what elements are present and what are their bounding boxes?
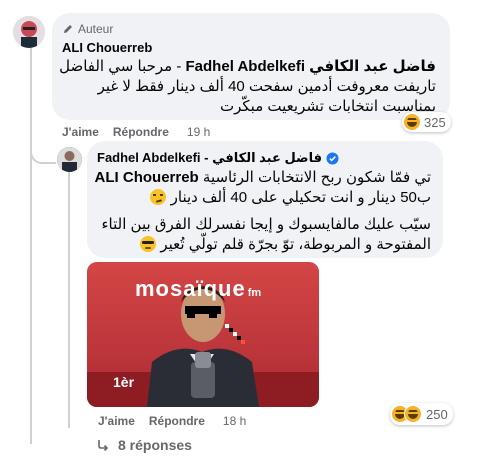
comment-text-line-1: فاضل عبد الكافي Fadhel Abdelkefi - مرحبا… <box>56 57 436 77</box>
reply-text-line-4: المفتوحة و المربوطة، توّ بجرّة قلم تولّي… <box>91 235 431 255</box>
reply-text-line-3: سيّب عليك مالفايسبوك و إيجا نفسرلك الفرق… <box>101 216 432 233</box>
comment-bubble: Auteur ALI Chouerreb فاضل عبد الكافي Fad… <box>52 13 450 120</box>
avatar[interactable] <box>13 16 45 48</box>
reply-text-line-2: ب50 دينار و انت تحكيلي على 40 ألف دينار <box>91 188 431 208</box>
reply-text-line-4-text: المفتوحة و المربوطة، توّ بجرّة قلم تولّي… <box>160 236 431 253</box>
reaction-summary[interactable]: 325 <box>402 112 451 132</box>
reaction-count: 250 <box>426 406 448 422</box>
comment-timestamp[interactable]: 19 h <box>187 125 210 139</box>
reply-avatar[interactable] <box>57 147 82 172</box>
comment-text-line-2: تاريفت معروفت أدمين سفحت 40 ألف دينار فق… <box>97 78 436 95</box>
comment-author[interactable]: ALI Chouerreb <box>62 40 152 55</box>
badge-label: Auteur <box>78 22 114 36</box>
comment-mention[interactable]: فاضل عبد الكافي Fadhel Abdelkefi <box>186 58 436 75</box>
like-button[interactable]: J'aime <box>62 125 99 139</box>
view-replies-label: 8 réponses <box>118 437 192 453</box>
view-replies-link[interactable]: 8 réponses <box>96 437 192 453</box>
verified-badge-icon <box>326 152 339 164</box>
reply-button[interactable]: Répondre <box>113 125 169 139</box>
reply-photo[interactable]: mosaïque fm 1èr <box>87 262 319 407</box>
reply-text-line-2-text: ب50 دينار و انت تحكيلي على 40 ألف دينار <box>170 189 431 206</box>
haha-icon-2 <box>404 405 422 423</box>
reply-reaction-summary[interactable]: 250 <box>390 403 453 425</box>
like-button[interactable]: J'aime <box>98 414 135 428</box>
photo-logo: mosaïque fm <box>135 276 261 302</box>
reply-text-line-1: تي فمّا شكون ربح الانتخابات الرئاسية ALI… <box>91 168 431 188</box>
comment-text-rest: - مرحبا سي الفاضل <box>59 58 182 75</box>
photo-corner-text: 1èr <box>113 374 135 390</box>
thread-line-main <box>30 44 32 444</box>
reply-timestamp[interactable]: 18 h <box>223 414 246 428</box>
photo-logo-suffix: fm <box>247 287 262 299</box>
comment-actions: J'aime Répondre 19 h <box>62 125 210 139</box>
comment-text-line-3: بمناسبت انتخابات تشريعيت مبكّرت <box>220 98 436 115</box>
reply-mention[interactable]: ALI Chouerreb <box>95 169 199 186</box>
reply-bubble: Fadhel Abdelkefi - فاضل عبد الكافي تي فم… <box>87 141 443 258</box>
pencil-icon <box>64 25 72 33</box>
thread-connector <box>30 150 56 164</box>
reply-text-start: تي فمّا شكون ربح الانتخابات الرئاسية <box>202 169 431 186</box>
author-badge: Auteur <box>62 22 113 36</box>
avatar-image <box>57 147 82 172</box>
sunglasses-emoji-icon <box>140 236 157 252</box>
reaction-count: 325 <box>424 114 446 130</box>
reply-arrow-icon <box>98 440 109 452</box>
haha-icon <box>404 114 420 130</box>
reply-author-row: Fadhel Abdelkefi - فاضل عبد الكافي <box>97 150 339 166</box>
reply-author[interactable]: Fadhel Abdelkefi - فاضل عبد الكافي <box>97 150 322 166</box>
avatar-image <box>13 16 45 48</box>
reply-actions: J'aime Répondre 18 h <box>98 414 246 428</box>
thread-line-reply <box>68 172 70 428</box>
photo-logo-text: mosaïque <box>135 276 246 301</box>
reply-button[interactable]: Répondre <box>149 414 205 428</box>
smirk-emoji-icon <box>150 189 167 205</box>
